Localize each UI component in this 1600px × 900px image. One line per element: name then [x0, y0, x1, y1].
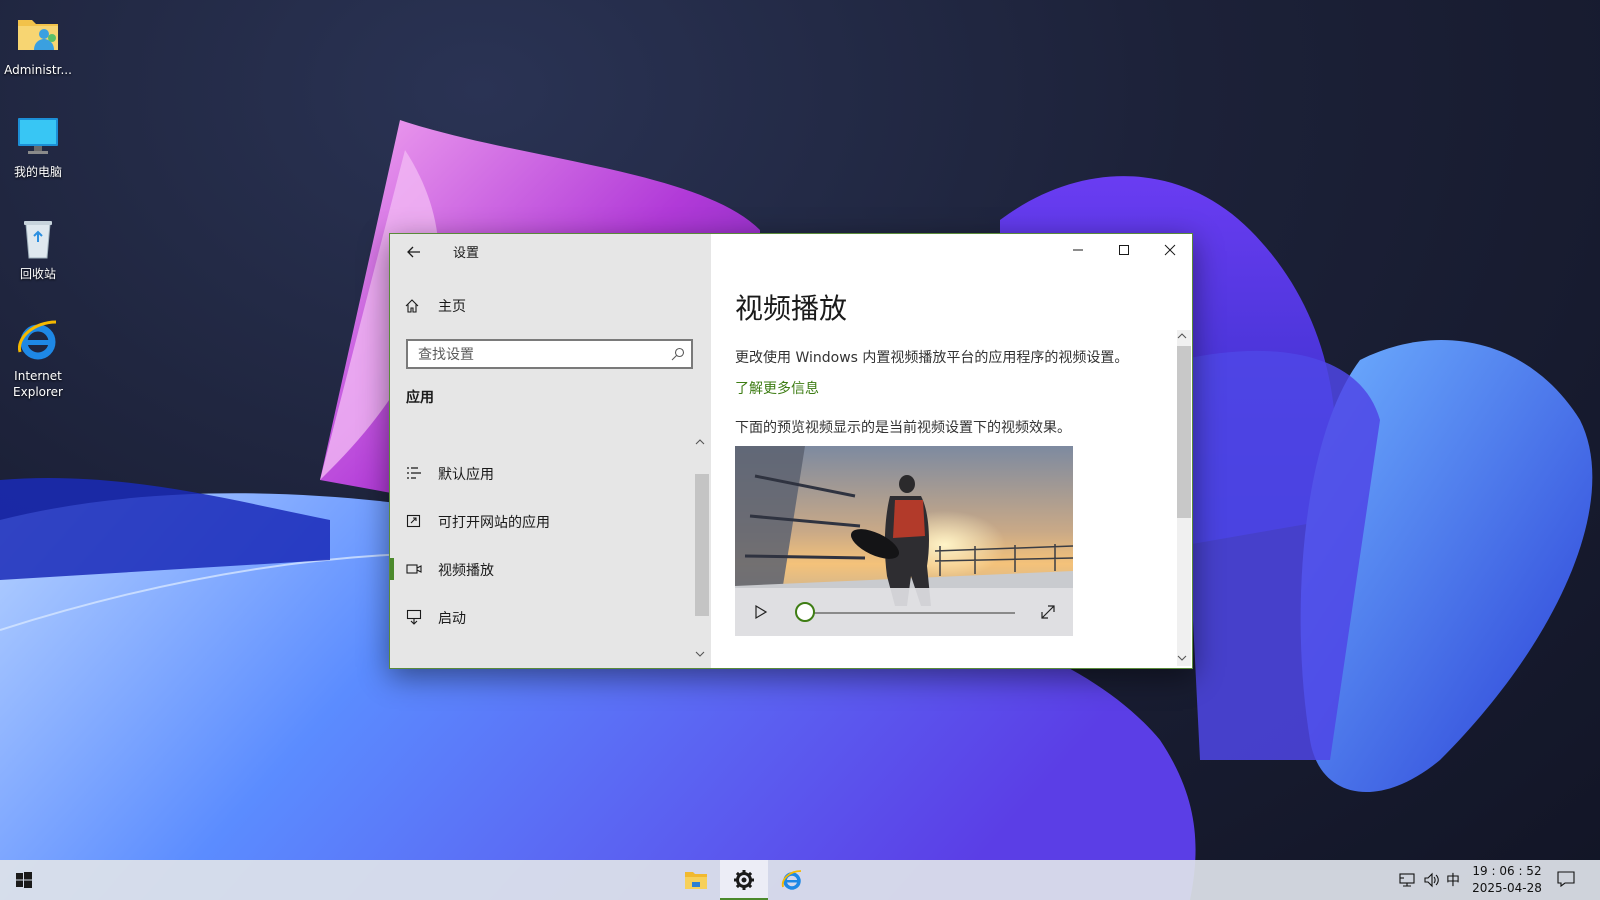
startup-icon	[406, 609, 422, 625]
sidebar-scroll-up-icon[interactable]	[694, 437, 706, 447]
desktop-icon-label: Internet Explorer	[13, 369, 63, 399]
tray-volume[interactable]	[1422, 870, 1442, 890]
taskbar: 中 19 : 06 : 52 2025-04-28	[0, 860, 1600, 900]
windows-logo-icon	[16, 872, 32, 888]
minimize-button[interactable]	[1055, 234, 1101, 266]
start-button[interactable]	[0, 860, 48, 900]
video-icon	[406, 564, 422, 574]
notification-icon[interactable]	[1556, 869, 1576, 889]
desktop-icon-recycle-bin[interactable]: 回收站	[2, 214, 74, 282]
desktop-icon-label: 我的电脑	[13, 165, 62, 179]
sidebar: 设置 主页 应用	[390, 234, 711, 668]
taskbar-internet-explorer[interactable]	[768, 860, 816, 900]
clock-time: 19 : 06 : 52	[1472, 864, 1542, 878]
desktop-icon-my-computer[interactable]: 我的电脑	[2, 112, 74, 180]
taskbar-settings[interactable]	[720, 860, 768, 900]
video-controls	[735, 588, 1073, 636]
desktop-icon-administrator[interactable]: Administr...	[2, 10, 74, 78]
search-icon[interactable]	[671, 347, 685, 361]
desktop-icon-label: 回收站	[19, 267, 56, 281]
file-explorer-icon	[685, 872, 707, 889]
page-description: 更改使用 Windows 内置视频播放平台的应用程序的视频设置。	[735, 350, 1129, 366]
settings-icon	[734, 870, 754, 890]
content-scrollbar-thumb[interactable]	[1177, 346, 1191, 518]
window-title: 设置	[453, 246, 480, 261]
sidebar-item-label: 视频播放	[438, 563, 494, 579]
seek-bar[interactable]	[807, 612, 1015, 614]
clock-date: 2025-04-28	[1472, 881, 1542, 895]
sidebar-item-label: 启动	[438, 611, 466, 627]
back-button[interactable]	[402, 240, 426, 264]
minimize-icon	[1073, 249, 1083, 251]
page-title: 视频播放	[735, 292, 848, 325]
close-button[interactable]	[1147, 234, 1193, 266]
play-icon[interactable]	[749, 601, 771, 623]
desktop-icon-label: Administr...	[4, 63, 72, 77]
content-scroll-up-icon[interactable]	[1175, 330, 1189, 342]
sidebar-item-default-apps[interactable]: 默认应用	[390, 453, 690, 493]
sidebar-scroll-down-icon[interactable]	[694, 649, 706, 659]
sidebar-item-video-playback[interactable]: 视频播放	[390, 549, 690, 589]
desktop-icon-internet-explorer[interactable]: Internet Explorer	[2, 316, 74, 400]
ime-indicator[interactable]: 中	[1446, 870, 1460, 890]
default-apps-icon	[407, 467, 421, 479]
desktop: Administr... 我的电脑 回收站 Internet Explorer	[0, 0, 1600, 900]
back-arrow-icon	[407, 246, 420, 258]
clock[interactable]: 19 : 06 : 52 2025-04-28	[1472, 863, 1542, 897]
maximize-icon	[1119, 245, 1129, 255]
ie-icon	[781, 870, 802, 890]
volume-icon	[1424, 872, 1439, 888]
sidebar-item-startup[interactable]: 启动	[390, 597, 690, 637]
ie-icon	[18, 320, 57, 360]
video-preview[interactable]	[735, 446, 1073, 636]
search-input[interactable]	[418, 346, 658, 364]
sidebar-item-home[interactable]: 主页	[404, 294, 604, 318]
content-pane: 视频播放 更改使用 Windows 内置视频播放平台的应用程序的视频设置。 了解…	[711, 234, 1192, 668]
tray-network[interactable]	[1398, 870, 1418, 890]
fullscreen-icon[interactable]	[1037, 601, 1059, 623]
settings-window: 设置 主页 应用	[389, 233, 1193, 669]
maximize-button[interactable]	[1101, 234, 1147, 266]
search-box[interactable]	[406, 339, 693, 369]
recycle-bin-icon	[24, 221, 52, 259]
close-icon	[1164, 244, 1176, 256]
monitor-icon	[18, 118, 58, 154]
user-folder-icon	[18, 20, 58, 50]
home-icon	[405, 299, 419, 313]
sidebar-item-apps-for-websites[interactable]: 可打开网站的应用	[390, 501, 690, 541]
sidebar-item-label: 可打开网站的应用	[438, 515, 550, 531]
seek-thumb[interactable]	[795, 602, 815, 622]
section-header-apps: 应用	[406, 390, 434, 406]
learn-more-link[interactable]: 了解更多信息	[735, 378, 819, 398]
network-icon	[1399, 873, 1415, 887]
home-label: 主页	[438, 299, 466, 315]
preview-caption: 下面的预览视频显示的是当前视频设置下的视频效果。	[735, 420, 1071, 436]
sidebar-scrollbar-thumb[interactable]	[695, 474, 709, 616]
content-scroll-down-icon[interactable]	[1175, 652, 1189, 664]
sidebar-item-label: 默认应用	[438, 467, 494, 483]
selection-indicator	[390, 558, 394, 580]
taskbar-file-explorer[interactable]	[672, 860, 720, 900]
apps-for-websites-icon	[406, 514, 421, 528]
